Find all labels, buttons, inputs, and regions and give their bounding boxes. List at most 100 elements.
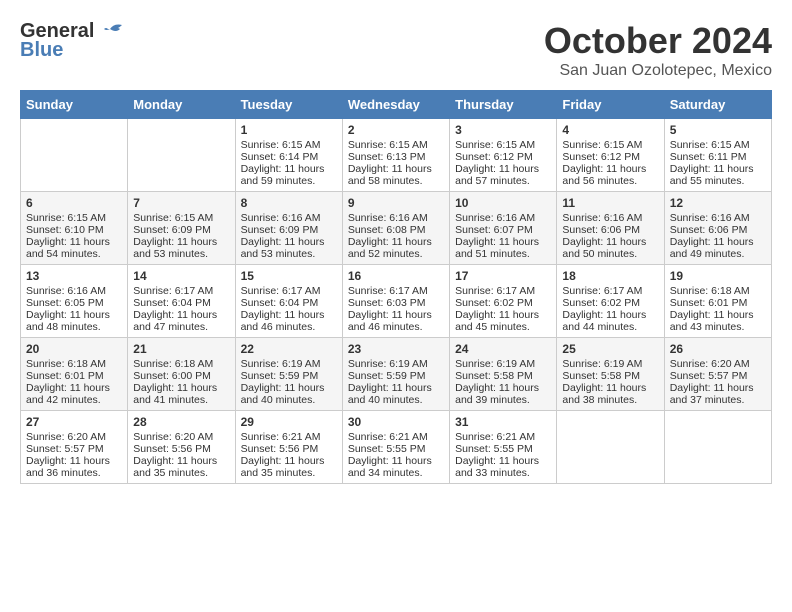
header-day-tuesday: Tuesday: [235, 91, 342, 119]
daylight-text: Daylight: 11 hours and 57 minutes.: [455, 163, 539, 187]
sunset-text: Sunset: 6:10 PM: [26, 224, 104, 236]
daylight-text: Daylight: 11 hours and 48 minutes.: [26, 309, 110, 333]
day-number: 10: [455, 196, 551, 210]
sunrise-text: Sunrise: 6:15 AM: [455, 139, 535, 151]
calendar-cell: 13Sunrise: 6:16 AMSunset: 6:05 PMDayligh…: [21, 265, 128, 338]
sunset-text: Sunset: 6:04 PM: [133, 297, 211, 309]
day-number: 14: [133, 269, 229, 283]
day-number: 20: [26, 342, 122, 356]
sunrise-text: Sunrise: 6:16 AM: [26, 285, 106, 297]
sunset-text: Sunset: 5:57 PM: [670, 370, 748, 382]
sunset-text: Sunset: 5:59 PM: [241, 370, 319, 382]
calendar-cell: 16Sunrise: 6:17 AMSunset: 6:03 PMDayligh…: [342, 265, 449, 338]
sunrise-text: Sunrise: 6:20 AM: [26, 431, 106, 443]
header-day-saturday: Saturday: [664, 91, 771, 119]
sunset-text: Sunset: 6:00 PM: [133, 370, 211, 382]
sunset-text: Sunset: 6:02 PM: [562, 297, 640, 309]
day-number: 22: [241, 342, 337, 356]
day-number: 21: [133, 342, 229, 356]
calendar-cell: 23Sunrise: 6:19 AMSunset: 5:59 PMDayligh…: [342, 338, 449, 411]
sunset-text: Sunset: 6:14 PM: [241, 151, 319, 163]
week-row-3: 13Sunrise: 6:16 AMSunset: 6:05 PMDayligh…: [21, 265, 772, 338]
calendar-cell: 10Sunrise: 6:16 AMSunset: 6:07 PMDayligh…: [450, 192, 557, 265]
calendar-cell: [21, 119, 128, 192]
day-number: 27: [26, 415, 122, 429]
daylight-text: Daylight: 11 hours and 41 minutes.: [133, 382, 217, 406]
sunset-text: Sunset: 6:13 PM: [348, 151, 426, 163]
sunset-text: Sunset: 5:55 PM: [348, 443, 426, 455]
sunrise-text: Sunrise: 6:15 AM: [348, 139, 428, 151]
sunrise-text: Sunrise: 6:17 AM: [133, 285, 213, 297]
calendar-cell: 2Sunrise: 6:15 AMSunset: 6:13 PMDaylight…: [342, 119, 449, 192]
calendar-cell: 29Sunrise: 6:21 AMSunset: 5:56 PMDayligh…: [235, 411, 342, 484]
day-number: 16: [348, 269, 444, 283]
sunset-text: Sunset: 6:09 PM: [241, 224, 319, 236]
logo-blue-text: Blue: [20, 39, 63, 62]
day-number: 7: [133, 196, 229, 210]
daylight-text: Daylight: 11 hours and 38 minutes.: [562, 382, 646, 406]
sunrise-text: Sunrise: 6:21 AM: [455, 431, 535, 443]
daylight-text: Daylight: 11 hours and 35 minutes.: [241, 455, 325, 479]
week-row-5: 27Sunrise: 6:20 AMSunset: 5:57 PMDayligh…: [21, 411, 772, 484]
sunrise-text: Sunrise: 6:15 AM: [241, 139, 321, 151]
daylight-text: Daylight: 11 hours and 55 minutes.: [670, 163, 754, 187]
sunrise-text: Sunrise: 6:19 AM: [455, 358, 535, 370]
daylight-text: Daylight: 11 hours and 40 minutes.: [348, 382, 432, 406]
sunrise-text: Sunrise: 6:15 AM: [670, 139, 750, 151]
daylight-text: Daylight: 11 hours and 58 minutes.: [348, 163, 432, 187]
header-day-friday: Friday: [557, 91, 664, 119]
daylight-text: Daylight: 11 hours and 44 minutes.: [562, 309, 646, 333]
week-row-2: 6Sunrise: 6:15 AMSunset: 6:10 PMDaylight…: [21, 192, 772, 265]
day-number: 29: [241, 415, 337, 429]
sunset-text: Sunset: 6:03 PM: [348, 297, 426, 309]
daylight-text: Daylight: 11 hours and 34 minutes.: [348, 455, 432, 479]
sunset-text: Sunset: 6:05 PM: [26, 297, 104, 309]
calendar-cell: 12Sunrise: 6:16 AMSunset: 6:06 PMDayligh…: [664, 192, 771, 265]
calendar-cell: 6Sunrise: 6:15 AMSunset: 6:10 PMDaylight…: [21, 192, 128, 265]
sunrise-text: Sunrise: 6:16 AM: [348, 212, 428, 224]
sunrise-text: Sunrise: 6:18 AM: [670, 285, 750, 297]
sunset-text: Sunset: 6:09 PM: [133, 224, 211, 236]
sunset-text: Sunset: 6:06 PM: [562, 224, 640, 236]
sunrise-text: Sunrise: 6:16 AM: [241, 212, 321, 224]
calendar-cell: 31Sunrise: 6:21 AMSunset: 5:55 PMDayligh…: [450, 411, 557, 484]
sunset-text: Sunset: 6:01 PM: [670, 297, 748, 309]
daylight-text: Daylight: 11 hours and 47 minutes.: [133, 309, 217, 333]
day-number: 24: [455, 342, 551, 356]
sunrise-text: Sunrise: 6:16 AM: [455, 212, 535, 224]
sunrise-text: Sunrise: 6:17 AM: [348, 285, 428, 297]
daylight-text: Daylight: 11 hours and 40 minutes.: [241, 382, 325, 406]
sunrise-text: Sunrise: 6:20 AM: [133, 431, 213, 443]
calendar-cell: 22 Sunrise: 6:19 AMSunset: 5:59 PMDayligh…: [235, 338, 342, 411]
sunrise-text: Sunrise: 6:19 AM: [241, 358, 321, 370]
calendar-cell: 18Sunrise: 6:17 AMSunset: 6:02 PMDayligh…: [557, 265, 664, 338]
calendar-cell: 15Sunrise: 6:17 AMSunset: 6:04 PMDayligh…: [235, 265, 342, 338]
day-number: 28: [133, 415, 229, 429]
daylight-text: Daylight: 11 hours and 45 minutes.: [455, 309, 539, 333]
day-number: 19: [670, 269, 766, 283]
daylight-text: Daylight: 11 hours and 53 minutes.: [133, 236, 217, 260]
sunset-text: Sunset: 5:57 PM: [26, 443, 104, 455]
calendar-cell: 26Sunrise: 6:20 AMSunset: 5:57 PMDayligh…: [664, 338, 771, 411]
sunset-text: Sunset: 5:58 PM: [455, 370, 533, 382]
calendar-cell: 20Sunrise: 6:18 AMSunset: 6:01 PMDayligh…: [21, 338, 128, 411]
daylight-text: Daylight: 11 hours and 52 minutes.: [348, 236, 432, 260]
calendar-cell: 24 Sunrise: 6:19 AMSunset: 5:58 PMDayligh…: [450, 338, 557, 411]
day-number: 18: [562, 269, 658, 283]
day-number: 12: [670, 196, 766, 210]
sunset-text: Sunset: 6:04 PM: [241, 297, 319, 309]
calendar-cell: 4Sunrise: 6:15 AMSunset: 6:12 PMDaylight…: [557, 119, 664, 192]
sunset-text: Sunset: 6:12 PM: [562, 151, 640, 163]
logo-bird-icon: [96, 21, 124, 43]
sunrise-text: Sunrise: 6:16 AM: [562, 212, 642, 224]
sunrise-text: Sunrise: 6:18 AM: [26, 358, 106, 370]
calendar-cell: [128, 119, 235, 192]
calendar-cell: 30Sunrise: 6:21 AMSunset: 5:55 PMDayligh…: [342, 411, 449, 484]
title-area: October 2024 San Juan Ozolotepec, Mexico: [544, 20, 772, 80]
sunrise-text: Sunrise: 6:19 AM: [562, 358, 642, 370]
day-number: 6: [26, 196, 122, 210]
day-number: 17: [455, 269, 551, 283]
daylight-text: Daylight: 11 hours and 39 minutes.: [455, 382, 539, 406]
daylight-text: Daylight: 11 hours and 59 minutes.: [241, 163, 325, 187]
calendar-cell: 19Sunrise: 6:18 AMSunset: 6:01 PMDayligh…: [664, 265, 771, 338]
